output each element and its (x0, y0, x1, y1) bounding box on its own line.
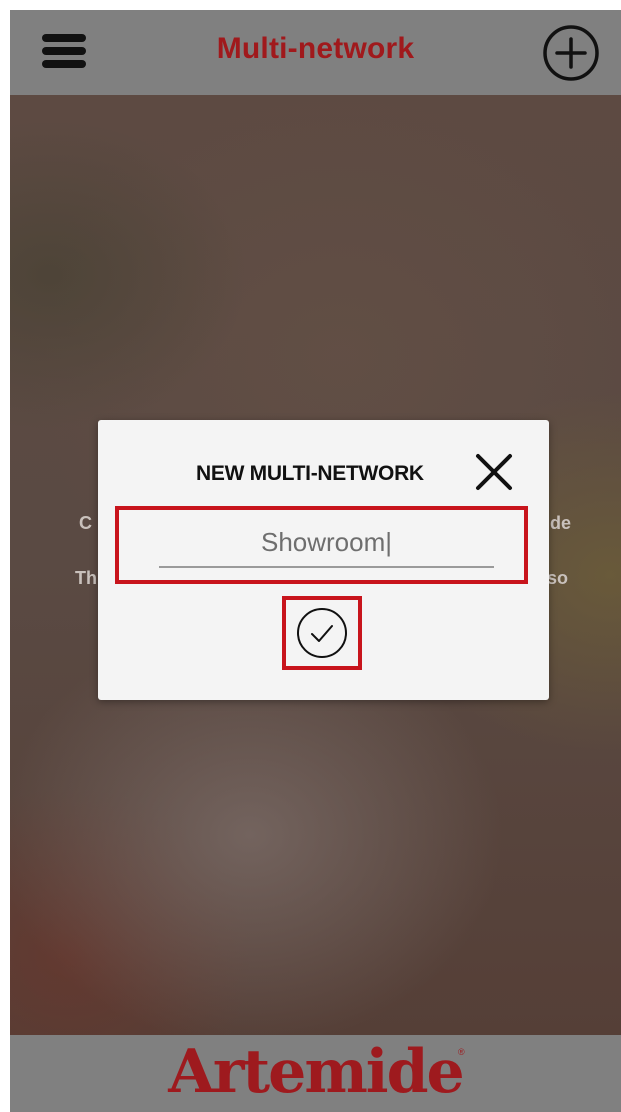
new-multi-network-dialog: NEW MULTI-NETWORK (98, 420, 549, 700)
background-text: de (550, 513, 572, 533)
confirm-button[interactable] (282, 596, 362, 670)
app-screen: Multi-network C de Th so Artemide ® NEW … (10, 10, 621, 1112)
top-bar: Multi-network (10, 10, 621, 95)
dialog-title: NEW MULTI-NETWORK (196, 462, 424, 485)
background-text: C (79, 513, 92, 533)
network-name-input[interactable] (159, 518, 494, 568)
plus-circle-icon[interactable] (542, 24, 600, 82)
registered-mark: ® (458, 1047, 465, 1057)
background-text: Th (75, 568, 97, 588)
background-text: so (547, 568, 569, 588)
brand-logo: Artemide (168, 1037, 464, 1107)
close-icon[interactable] (472, 450, 516, 494)
name-field-highlight (115, 506, 528, 584)
page-title: Multi-network (216, 32, 415, 65)
bottom-bar: Artemide ® (10, 1035, 621, 1112)
check-circle-icon (297, 608, 347, 658)
